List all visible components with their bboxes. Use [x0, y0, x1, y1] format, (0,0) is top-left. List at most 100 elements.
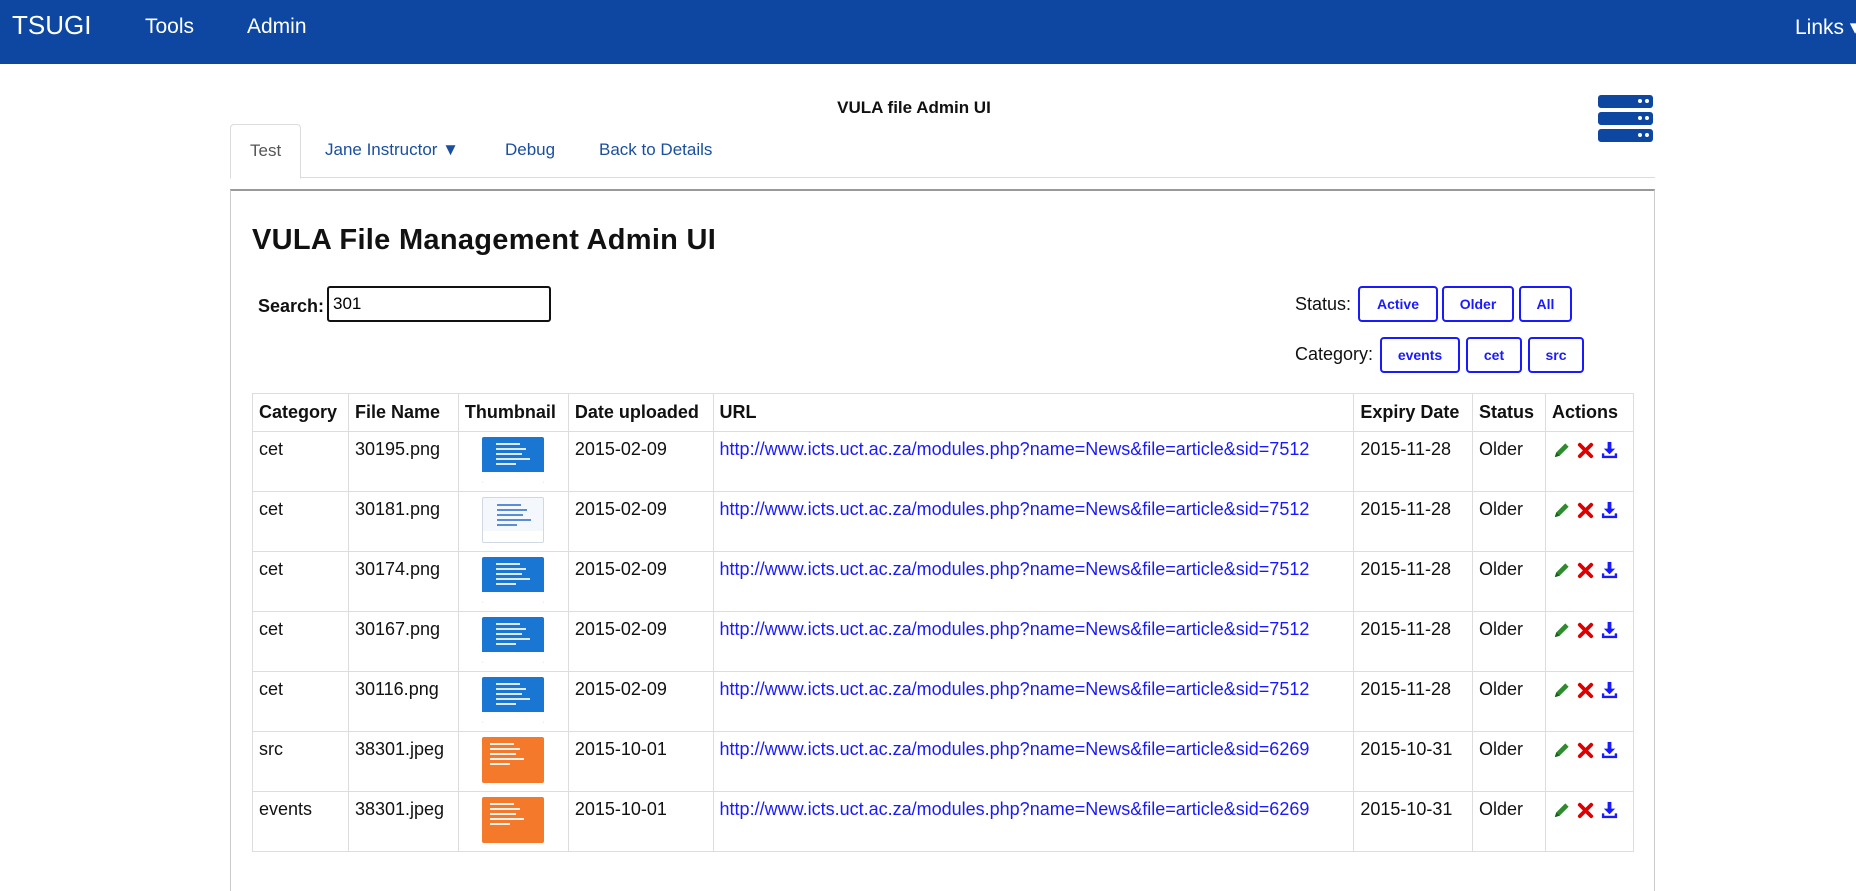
cell-actions — [1544, 611, 1635, 672]
page-title: VULA File Management Admin UI — [252, 224, 717, 256]
status-older-button[interactable]: Older — [1442, 286, 1514, 322]
category-cet-button[interactable]: cet — [1466, 337, 1522, 373]
delete-x-icon[interactable] — [1576, 801, 1595, 820]
download-icon[interactable] — [1600, 621, 1619, 640]
cell-actions — [1544, 551, 1635, 612]
cell-status: Older — [1472, 551, 1546, 612]
files-table: Category File Name Thumbnail Date upload… — [252, 393, 1635, 852]
cell-url: http://www.icts.uct.ac.za/modules.php?na… — [712, 731, 1355, 792]
cell-thumbnail — [457, 551, 569, 612]
tab-bar: Test Jane Instructor ▼ Debug Back to Det… — [230, 124, 1655, 179]
pencil-icon[interactable] — [1552, 681, 1571, 700]
download-icon[interactable] — [1600, 501, 1619, 520]
cell-file-name: 30181.png — [347, 491, 459, 552]
thumbnail-image[interactable] — [482, 617, 545, 663]
delete-x-icon[interactable] — [1576, 441, 1595, 460]
table-header-row: Category File Name Thumbnail Date upload… — [252, 393, 1635, 432]
thumbnail-image[interactable] — [482, 797, 545, 843]
cell-category: cet — [252, 671, 349, 732]
category-src-button[interactable]: src — [1528, 337, 1584, 373]
cell-thumbnail — [457, 491, 569, 552]
cell-category: cet — [252, 491, 349, 552]
file-url-link[interactable]: http://www.icts.uct.ac.za/modules.php?na… — [720, 799, 1310, 819]
delete-x-icon[interactable] — [1576, 621, 1595, 640]
nav-links-dropdown[interactable]: Links ▾ — [1795, 15, 1856, 40]
pencil-icon[interactable] — [1552, 561, 1571, 580]
column-header-thumbnail[interactable]: Thumbnail — [457, 393, 569, 432]
cell-url: http://www.icts.uct.ac.za/modules.php?na… — [712, 431, 1355, 492]
thumbnail-image[interactable] — [482, 677, 545, 723]
cell-date-uploaded: 2015-02-09 — [567, 491, 714, 552]
pencil-icon[interactable] — [1552, 441, 1571, 460]
download-icon[interactable] — [1600, 741, 1619, 760]
status-active-button[interactable]: Active — [1358, 286, 1438, 322]
table-row: cet 30167.png 2015-02-09 http://www.icts.uc… — [252, 611, 1635, 672]
tab-debug[interactable]: Debug — [505, 124, 555, 176]
file-url-link[interactable]: http://www.icts.uct.ac.za/modules.php?na… — [720, 439, 1310, 459]
brand-logo-text[interactable]: TSUGI — [12, 10, 91, 41]
cell-status: Older — [1472, 491, 1546, 552]
cell-status: Older — [1472, 671, 1546, 732]
pencil-icon[interactable] — [1552, 501, 1571, 520]
thumbnail-image[interactable] — [482, 737, 545, 783]
delete-x-icon[interactable] — [1576, 501, 1595, 520]
file-url-link[interactable]: http://www.icts.uct.ac.za/modules.php?na… — [720, 739, 1310, 759]
cell-status: Older — [1472, 731, 1546, 792]
pencil-icon[interactable] — [1552, 741, 1571, 760]
thumbnail-image[interactable] — [482, 437, 545, 483]
cell-status: Older — [1472, 431, 1546, 492]
tab-test[interactable]: Test — [230, 124, 302, 179]
delete-x-icon[interactable] — [1576, 681, 1595, 700]
cell-date-uploaded: 2015-02-09 — [567, 611, 714, 672]
cell-thumbnail — [457, 431, 569, 492]
search-input[interactable] — [327, 286, 551, 322]
download-icon[interactable] — [1600, 681, 1619, 700]
cell-category: cet — [252, 431, 349, 492]
column-header-expiry-date[interactable]: Expiry Date — [1353, 393, 1473, 432]
tool-title: VULA file Admin UI — [837, 98, 991, 117]
cell-actions — [1544, 491, 1635, 552]
file-url-link[interactable]: http://www.icts.uct.ac.za/modules.php?na… — [720, 559, 1310, 579]
tab-jane-instructor[interactable]: Jane Instructor ▼ — [325, 124, 459, 176]
column-header-url[interactable]: URL — [712, 393, 1355, 432]
cell-thumbnail — [457, 671, 569, 732]
cell-status: Older — [1472, 791, 1546, 852]
delete-x-icon[interactable] — [1576, 741, 1595, 760]
delete-x-icon[interactable] — [1576, 561, 1595, 580]
nav-admin-link[interactable]: Admin — [247, 15, 307, 39]
pencil-icon[interactable] — [1552, 621, 1571, 640]
cell-date-uploaded: 2015-10-01 — [567, 791, 714, 852]
thumbnail-image[interactable] — [482, 497, 545, 543]
tab-back-to-details[interactable]: Back to Details — [599, 124, 712, 176]
status-all-button[interactable]: All — [1519, 286, 1572, 322]
download-icon[interactable] — [1600, 561, 1619, 580]
cell-date-uploaded: 2015-02-09 — [567, 551, 714, 612]
cell-category: src — [252, 731, 349, 792]
column-header-file-name[interactable]: File Name — [347, 393, 459, 432]
cell-expiry-date: 2015-11-28 — [1353, 611, 1473, 672]
search-label: Search: — [258, 296, 325, 316]
column-header-status[interactable]: Status — [1472, 393, 1546, 432]
status-filter-label: Status: — [1295, 294, 1352, 314]
pencil-icon[interactable] — [1552, 801, 1571, 820]
category-events-button[interactable]: events — [1380, 337, 1460, 373]
nav-tools-link[interactable]: Tools — [145, 15, 194, 39]
column-header-date-uploaded[interactable]: Date uploaded — [567, 393, 714, 432]
file-url-link[interactable]: http://www.icts.uct.ac.za/modules.php?na… — [720, 499, 1310, 519]
download-icon[interactable] — [1600, 801, 1619, 820]
cell-status: Older — [1472, 611, 1546, 672]
cell-expiry-date: 2015-10-31 — [1353, 731, 1473, 792]
table-row: cet 30181.png 2015-02-09 http://www.icts.uc… — [252, 491, 1635, 552]
category-filter-label: Category: — [1295, 344, 1374, 364]
thumbnail-image[interactable] — [482, 557, 545, 603]
file-url-link[interactable]: http://www.icts.uct.ac.za/modules.php?na… — [720, 679, 1310, 699]
table-row: cet 30174.png 2015-02-09 http://www.icts.uc… — [252, 551, 1635, 612]
file-url-link[interactable]: http://www.icts.uct.ac.za/modules.php?na… — [720, 619, 1310, 639]
column-header-actions: Actions — [1544, 393, 1635, 432]
download-icon[interactable] — [1600, 441, 1619, 460]
column-header-category[interactable]: Category — [252, 393, 349, 432]
table-row: cet 30116.png 2015-02-09 http://www.icts.uc… — [252, 671, 1635, 732]
cell-actions — [1544, 671, 1635, 732]
cell-category: events — [252, 791, 349, 852]
cell-actions — [1544, 431, 1635, 492]
